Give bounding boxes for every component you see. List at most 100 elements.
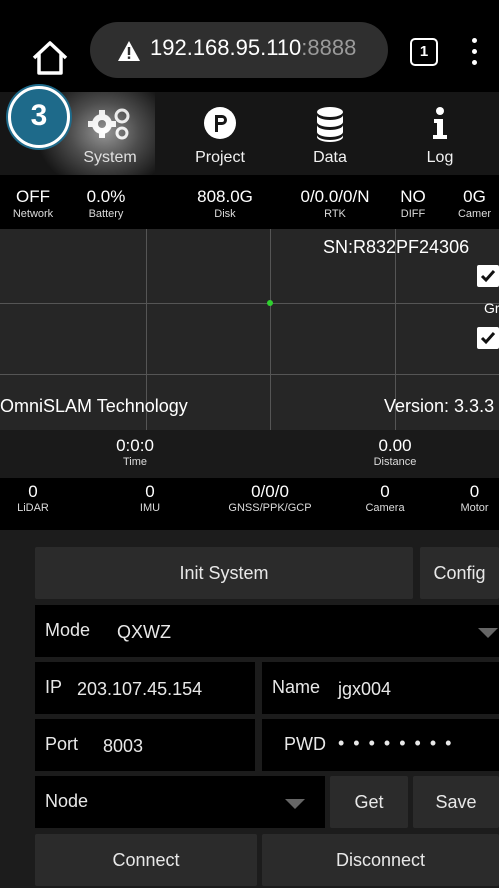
grid-line — [270, 229, 271, 452]
home-icon[interactable] — [30, 38, 70, 78]
info-icon — [433, 107, 447, 139]
nav-label: Data — [313, 149, 347, 166]
pwd-label: PWD — [284, 734, 326, 754]
status-rtk: 0/0.0/0/N RTK — [280, 175, 390, 221]
status-label: RTK — [324, 208, 346, 220]
database-icon — [317, 107, 343, 142]
metrics-row: 0:0:0 Time 0.00 Distance — [0, 430, 499, 478]
metric-value: 0:0:0 — [116, 436, 154, 455]
status-value: NO — [400, 187, 426, 206]
status-value: OFF — [16, 187, 50, 206]
disconnect-button[interactable]: Disconnect — [262, 834, 499, 886]
project-p-icon — [204, 107, 236, 139]
map-viewport[interactable] — [0, 229, 499, 452]
status-battery: 0.0% Battery — [66, 175, 146, 221]
chevron-down-icon — [285, 799, 305, 809]
pwd-value: • • • • • • • • — [338, 733, 454, 753]
metric-distance: 0.00 Distance — [270, 430, 499, 478]
check-icon — [480, 332, 496, 345]
grid-line — [0, 374, 499, 375]
pwd-field[interactable]: PWD • • • • • • • • — [262, 719, 499, 771]
counter-value: 0 — [380, 482, 390, 501]
main-nav: System Project Data Log — [0, 92, 499, 175]
node-select[interactable]: Node — [35, 776, 325, 828]
counter-label: Motor — [460, 502, 489, 514]
status-camera: 0G Camer — [450, 175, 499, 221]
grid-line — [395, 229, 396, 452]
counter-value: 0 — [145, 482, 155, 501]
status-bar: OFF Network 0.0% Battery 808.0G Disk 0/0.0/… — [0, 175, 499, 229]
counter-value: 0 — [469, 482, 480, 501]
metric-time: 0:0:0 Time — [0, 430, 270, 478]
init-system-button[interactable]: Init System — [35, 547, 413, 599]
version-text: Version: 3.3.3 — [384, 396, 495, 416]
check-icon — [480, 270, 496, 283]
port-field[interactable]: Port 8003 — [35, 719, 255, 771]
config-button[interactable]: Config — [420, 547, 499, 599]
checkbox-overlay[interactable] — [477, 265, 499, 287]
step-badge: 3 — [8, 86, 70, 148]
status-label: DIFF — [400, 208, 426, 220]
counter-imu: 0 IMU — [120, 478, 180, 514]
checkbox-grid[interactable] — [477, 327, 499, 349]
mode-value: QXWZ — [117, 622, 171, 642]
counter-label: IMU — [139, 502, 161, 514]
url-text[interactable]: 192.168.95.110:8888 — [150, 33, 356, 63]
warning-icon[interactable] — [117, 40, 141, 62]
name-field[interactable]: Name jgx004 — [262, 662, 499, 714]
grid-label: Gric — [484, 300, 499, 316]
ip-field[interactable]: IP 203.107.45.154 — [35, 662, 255, 714]
counter-value: 0/0/0 — [251, 482, 289, 501]
nav-item-project[interactable]: Project — [165, 92, 275, 175]
nav-label: Project — [195, 149, 245, 166]
nav-label: Log — [426, 149, 454, 166]
name-value: jgx004 — [338, 679, 392, 699]
counter-motor: 0 Motor — [450, 478, 499, 514]
metric-label: Time — [122, 456, 148, 468]
nav-item-log[interactable]: Log — [385, 92, 495, 175]
status-label: Network — [12, 208, 54, 220]
nav-item-system[interactable]: System — [55, 92, 165, 175]
status-label: Battery — [88, 208, 124, 220]
tab-switcher-button[interactable]: 1 — [410, 38, 438, 66]
metric-value: 0.00 — [378, 436, 412, 455]
status-value: 808.0G — [197, 187, 253, 206]
name-label: Name — [272, 677, 321, 697]
metric-label: Distance — [373, 456, 417, 468]
port-label: Port — [45, 734, 79, 754]
gears-icon — [88, 108, 130, 140]
save-button[interactable]: Save — [413, 776, 499, 828]
brand-text: OmniSLAM Technology — [0, 396, 188, 416]
counter-label: GNSS/PPK/GCP — [228, 502, 312, 514]
status-label: Disk — [214, 208, 236, 220]
counters-row: 0 LiDAR 0 IMU 0/0/0 GNSS/PPK/GCP 0 Camera 0M… — [0, 478, 499, 522]
grid-line — [0, 303, 499, 304]
status-disk: 808.0G Disk — [170, 175, 280, 221]
grid-line — [146, 229, 147, 452]
mode-select[interactable]: Mode QXWZ — [35, 605, 499, 657]
status-label: Camer — [457, 208, 491, 220]
position-marker — [267, 300, 273, 306]
nav-item-data[interactable]: Data — [275, 92, 385, 175]
ip-label: IP — [45, 677, 63, 697]
overflow-menu-icon[interactable] — [470, 38, 480, 68]
status-network: OFF Network — [0, 175, 66, 221]
counter-label: LiDAR — [17, 502, 49, 514]
counter-label: Camera — [365, 502, 405, 514]
chevron-down-icon — [478, 628, 498, 638]
get-button[interactable]: Get — [330, 776, 408, 828]
port-value: 8003 — [103, 736, 144, 756]
nav-label: System — [83, 149, 137, 166]
node-label: Node — [45, 791, 89, 811]
counter-gnss: 0/0/0 GNSS/PPK/GCP — [200, 478, 340, 514]
status-value: 0/0.0/0/N — [300, 187, 370, 206]
status-value: 0.0% — [86, 187, 126, 206]
status-diff: NO DIFF — [390, 175, 436, 221]
counter-camera: 0 Camera — [350, 478, 420, 514]
url-port: :8888 — [301, 35, 357, 60]
url-host: 192.168.95.110 — [150, 35, 302, 60]
connect-button[interactable]: Connect — [35, 834, 257, 886]
counter-lidar: 0 LiDAR — [0, 478, 66, 514]
ip-value: 203.107.45.154 — [77, 679, 203, 699]
counter-value: 0 — [28, 482, 38, 501]
